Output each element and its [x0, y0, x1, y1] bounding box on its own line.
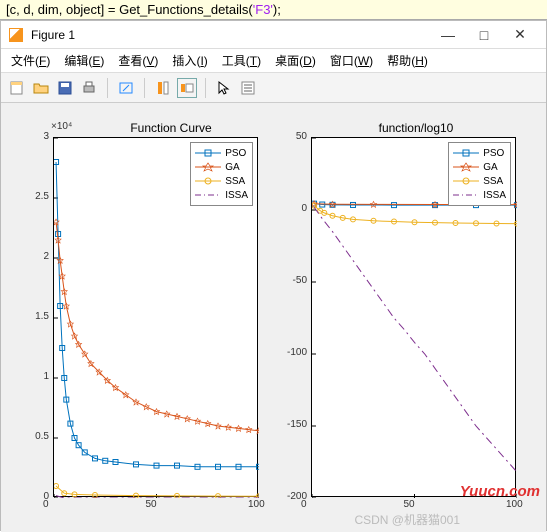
chart1-legend[interactable]: PSO GA SSA ISSA: [190, 142, 253, 206]
menu-file[interactable]: 文件(F): [11, 52, 50, 69]
title-bar[interactable]: Figure 1 — □ ✕: [1, 21, 546, 49]
pointer-icon[interactable]: [214, 78, 234, 98]
toolbar: [1, 73, 546, 103]
watermark-csdn: CSDN @机器猫001: [354, 511, 460, 528]
print-icon[interactable]: [79, 78, 99, 98]
toolbar-separator: [107, 78, 108, 98]
chart1-ymult: ×10⁴: [51, 121, 72, 132]
legend-row-issa: ISSA: [453, 188, 506, 202]
maximize-button[interactable]: □: [466, 21, 502, 49]
menu-bar: 文件(F) 编辑(E) 查看(V) 插入(I) 工具(T) 桌面(D) 窗口(W…: [1, 49, 546, 73]
menu-desktop[interactable]: 桌面(D): [275, 52, 316, 69]
code-post: );: [273, 2, 281, 17]
code-pre: [c, d, dim, object] = Get_Functions_deta…: [6, 2, 253, 17]
save-icon[interactable]: [55, 78, 75, 98]
legend-row-ssa: SSA: [453, 174, 506, 188]
menu-view[interactable]: 查看(V): [118, 52, 158, 69]
layout2-icon[interactable]: [177, 78, 197, 98]
properties-icon[interactable]: [238, 78, 258, 98]
plot-area: Function Curve ×10⁴ PSO GA SSA ISSA 00.5…: [1, 103, 546, 532]
menu-insert[interactable]: 插入(I): [172, 52, 207, 69]
chart2-title: function/log10: [341, 121, 491, 135]
watermark-site: Yuucn.com: [460, 483, 540, 500]
figure-window: Figure 1 — □ ✕ 文件(F) 编辑(E) 查看(V) 插入(I) 工…: [0, 20, 547, 531]
chart2-axes[interactable]: PSO GA SSA ISSA: [311, 137, 516, 497]
legend-row-ga: GA: [195, 160, 248, 174]
code-line: [c, d, dim, object] = Get_Functions_deta…: [0, 0, 547, 20]
menu-tools[interactable]: 工具(T): [222, 52, 261, 69]
legend-row-pso: PSO: [195, 146, 248, 160]
close-button[interactable]: ✕: [502, 21, 538, 49]
layout1-icon[interactable]: [153, 78, 173, 98]
menu-help[interactable]: 帮助(H): [387, 52, 428, 69]
legend-row-pso: PSO: [453, 146, 506, 160]
menu-window[interactable]: 窗口(W): [330, 52, 373, 69]
chart1-axes[interactable]: PSO GA SSA ISSA: [53, 137, 258, 497]
toolbar-separator: [205, 78, 206, 98]
chart2-legend[interactable]: PSO GA SSA ISSA: [448, 142, 511, 206]
code-arg: 'F3': [253, 2, 273, 17]
window-title: Figure 1: [31, 28, 430, 42]
link-icon[interactable]: [116, 78, 136, 98]
toolbar-separator: [144, 78, 145, 98]
chart1-title: Function Curve: [91, 121, 251, 135]
matlab-icon: [9, 28, 23, 42]
minimize-button[interactable]: —: [430, 21, 466, 49]
legend-row-ssa: SSA: [195, 174, 248, 188]
open-icon[interactable]: [31, 78, 51, 98]
new-figure-icon[interactable]: [7, 78, 27, 98]
menu-edit[interactable]: 编辑(E): [64, 52, 104, 69]
legend-row-ga: GA: [453, 160, 506, 174]
legend-row-issa: ISSA: [195, 188, 248, 202]
